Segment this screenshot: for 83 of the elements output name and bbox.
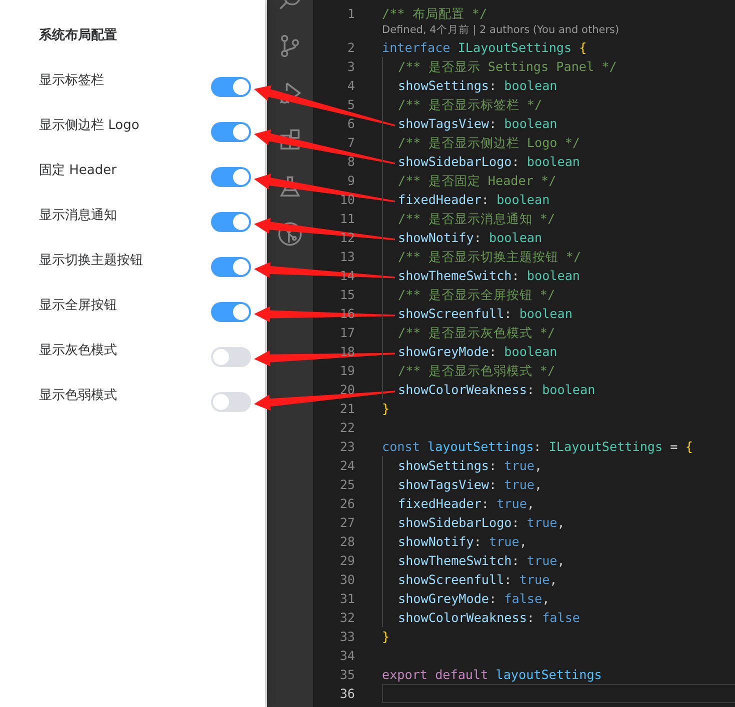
code-line: /** 布局配置 */ — [382, 5, 488, 23]
code-line: showThemeSwitch: boolean — [398, 267, 580, 285]
code-line: } — [382, 628, 390, 646]
code-line: showGreyMode: false, — [398, 590, 550, 608]
line-number: 7 — [346, 134, 355, 152]
line-number: 8 — [346, 153, 355, 171]
line-number: 17 — [338, 324, 355, 342]
code-line: showNotify: boolean — [398, 229, 542, 247]
code-line: interface ILayoutSettings { — [382, 39, 587, 57]
setting-label: 显示色弱模式 — [39, 387, 118, 405]
code-line: showSettings: boolean — [398, 77, 558, 95]
setting-label: 显示切换主题按钮 — [39, 252, 144, 270]
code-line: /** 是否显示全屏按钮 */ — [398, 286, 556, 304]
setting-label: 固定 Header — [39, 162, 118, 180]
line-number: 9 — [346, 172, 355, 190]
line-number: 20 — [338, 381, 355, 399]
panel-title: 系统布局配置 — [39, 28, 117, 44]
line-number: 21 — [338, 400, 355, 418]
toggle-switch[interactable] — [211, 257, 251, 277]
code-line: showThemeSwitch: true, — [398, 552, 565, 570]
code-line: showTagsView: boolean — [398, 115, 558, 133]
line-number: 26 — [338, 495, 355, 513]
code-line: showGreyMode: boolean — [398, 343, 558, 361]
line-number: 1 — [346, 5, 355, 23]
setting-label: 显示全屏按钮 — [39, 297, 118, 315]
code-line: /** 是否显示 Settings Panel */ — [398, 58, 617, 76]
code-line: showScreenfull: true, — [398, 571, 558, 589]
line-number: 34 — [338, 647, 355, 665]
code-line: /** 是否显示消息通知 */ — [398, 210, 556, 228]
setting-label: 显示消息通知 — [39, 207, 118, 225]
code-line: showTagsView: true, — [398, 476, 542, 494]
line-number: 4 — [346, 77, 355, 95]
code-line: export default layoutSettings — [382, 666, 602, 684]
line-number: 22 — [338, 419, 355, 437]
line-number: 35 — [338, 666, 355, 684]
setting-label: 显示标签栏 — [39, 72, 105, 90]
line-number: 6 — [346, 115, 355, 133]
line-number: 25 — [338, 476, 355, 494]
line-number: 10 — [338, 191, 355, 209]
code-line: showSidebarLogo: boolean — [398, 153, 580, 171]
toggle-switch[interactable] — [211, 392, 251, 412]
code-line: /** 是否显示侧边栏 Logo */ — [398, 134, 580, 152]
setting-label: 显示灰色模式 — [39, 342, 118, 360]
line-number: 24 — [338, 457, 355, 475]
line-number: 28 — [338, 533, 355, 551]
code-line: showSettings: true, — [398, 457, 542, 475]
toggle-switch[interactable] — [211, 347, 251, 367]
toggle-switch[interactable] — [211, 167, 251, 187]
code-line: /** 是否固定 Header */ — [398, 172, 556, 190]
line-number: 30 — [338, 571, 355, 589]
line-number: 32 — [338, 609, 355, 627]
setting-label: 显示侧边栏 Logo — [39, 117, 140, 135]
code-line: /** 是否显示灰色模式 */ — [398, 324, 556, 342]
line-number: 19 — [338, 362, 355, 380]
line-number: 15 — [338, 286, 355, 304]
line-number: 3 — [346, 58, 355, 76]
code-line: showColorWeakness: boolean — [398, 381, 596, 399]
code-line: showScreenfull: boolean — [398, 305, 572, 323]
toggle-switch[interactable] — [211, 122, 251, 142]
line-number: 23 — [338, 438, 355, 456]
line-number: 27 — [338, 514, 355, 532]
toggle-switch[interactable] — [211, 302, 251, 322]
line-number: 5 — [346, 96, 355, 114]
code-line: /** 是否显示色弱模式 */ — [398, 362, 556, 380]
code-line: showSidebarLogo: true, — [398, 514, 565, 532]
line-number: 29 — [338, 552, 355, 570]
code-line: showColorWeakness: false — [398, 609, 580, 627]
code-line: } — [382, 400, 390, 418]
toggle-switch[interactable] — [211, 77, 251, 97]
code-line: const layoutSettings: ILayoutSettings = { — [382, 438, 693, 456]
code-line: showNotify: true, — [398, 533, 527, 551]
codelens-annotation[interactable]: Defined, 4个月前 | 2 authors (You and others) — [382, 23, 620, 38]
code-line: fixedHeader: boolean — [398, 191, 550, 209]
line-number: 31 — [338, 590, 355, 608]
line-number: 11 — [338, 210, 355, 228]
line-number: 33 — [338, 628, 355, 646]
line-number: 2 — [346, 39, 355, 57]
toggle-switch[interactable] — [211, 212, 251, 232]
line-number: 36 — [338, 685, 355, 703]
code-line: /** 是否显示切换主题按钮 */ — [398, 248, 582, 266]
line-number: 13 — [338, 248, 355, 266]
code-line: /** 是否显示标签栏 */ — [398, 96, 542, 114]
code-line: fixedHeader: true, — [398, 495, 535, 513]
